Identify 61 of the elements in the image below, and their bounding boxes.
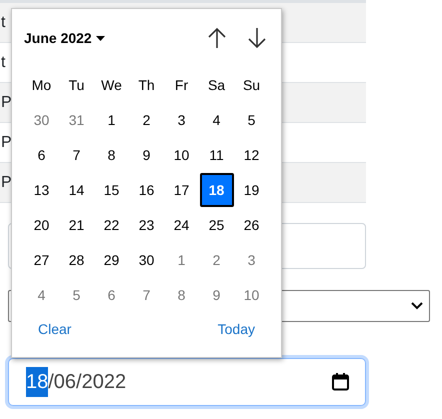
calendar-day[interactable]: 9 — [212, 286, 220, 302]
calendar-day[interactable]: 11 — [209, 146, 224, 162]
calendar-day[interactable]: 1 — [108, 112, 116, 128]
calendar-day[interactable]: 2 — [212, 252, 220, 268]
calendar-day[interactable]: 31 — [68, 112, 84, 128]
calendar-day[interactable]: 30 — [138, 252, 154, 268]
month-dropdown[interactable]: June 2022 — [24, 30, 105, 46]
calendar-day[interactable]: 28 — [68, 252, 84, 268]
calendar-day[interactable]: 23 — [138, 216, 154, 232]
calendar-day[interactable]: 5 — [248, 112, 256, 128]
calendar-day[interactable]: 9 — [142, 146, 150, 162]
weekday-label: Su — [242, 76, 260, 92]
clear-link[interactable]: Clear — [38, 321, 72, 337]
calendar-day[interactable]: 17 — [174, 182, 190, 198]
today-link[interactable]: Today — [218, 321, 255, 337]
calendar-day[interactable]: 12 — [244, 146, 260, 162]
calendar-day[interactable]: 19 — [244, 182, 260, 198]
calendar-day[interactable]: 7 — [72, 146, 80, 162]
calendar-day[interactable]: 6 — [38, 146, 46, 162]
calendar-day[interactable]: 10 — [174, 146, 190, 162]
calendar-day[interactable]: 26 — [244, 216, 260, 232]
table-cell: P — [1, 134, 12, 152]
table-cell: t — [1, 14, 6, 32]
table-cell: P — [1, 94, 12, 112]
calendar-day[interactable]: 25 — [208, 216, 224, 232]
calendar-day[interactable]: 4 — [212, 112, 220, 128]
chevron-icon — [411, 302, 423, 310]
calendar-day[interactable]: 8 — [108, 146, 116, 162]
calendar-day[interactable]: 3 — [248, 252, 256, 268]
calendar-day[interactable]: 4 — [38, 286, 46, 302]
calendar-day[interactable]: 14 — [68, 182, 84, 198]
table-cell: t — [1, 54, 6, 72]
calendar-icon[interactable] — [332, 373, 349, 391]
calendar-day[interactable]: 10 — [244, 286, 260, 302]
calendar-day[interactable]: 13 — [34, 182, 50, 198]
calendar-day[interactable]: 1 — [178, 252, 186, 268]
calendar-day[interactable]: 21 — [68, 216, 84, 232]
calendar-day[interactable]: 7 — [142, 286, 150, 302]
date-input[interactable]: 18/06/2022 — [8, 358, 366, 406]
calendar-day[interactable]: 27 — [34, 252, 50, 268]
weekday-label: Tu — [68, 76, 84, 92]
calendar-day[interactable]: 22 — [104, 216, 120, 232]
caret-icon — [96, 36, 105, 40]
calendar-day[interactable]: 5 — [72, 286, 80, 302]
calendar-day[interactable]: 20 — [34, 216, 50, 232]
table-cell: P — [1, 174, 12, 192]
calendar-day[interactable]: 8 — [178, 286, 186, 302]
calendar-day[interactable]: 29 — [104, 252, 120, 268]
calendar-day[interactable]: 2 — [142, 112, 150, 128]
calendar-day[interactable]: 24 — [174, 216, 190, 232]
weekday-label: Fr — [174, 76, 188, 92]
calendar-day[interactable]: 6 — [108, 286, 116, 302]
weekday-label: We — [101, 76, 122, 92]
calendar-day[interactable]: 16 — [138, 182, 154, 198]
calendar-day[interactable]: 15 — [104, 182, 120, 198]
calendar-day[interactable]: 30 — [34, 112, 50, 128]
weekday-label: Mo — [32, 76, 52, 92]
calendar-day[interactable]: 18 — [200, 172, 234, 206]
weekday-label: Th — [138, 76, 155, 92]
weekday-label: Sa — [208, 76, 226, 92]
calendar-day[interactable]: 3 — [178, 112, 186, 128]
